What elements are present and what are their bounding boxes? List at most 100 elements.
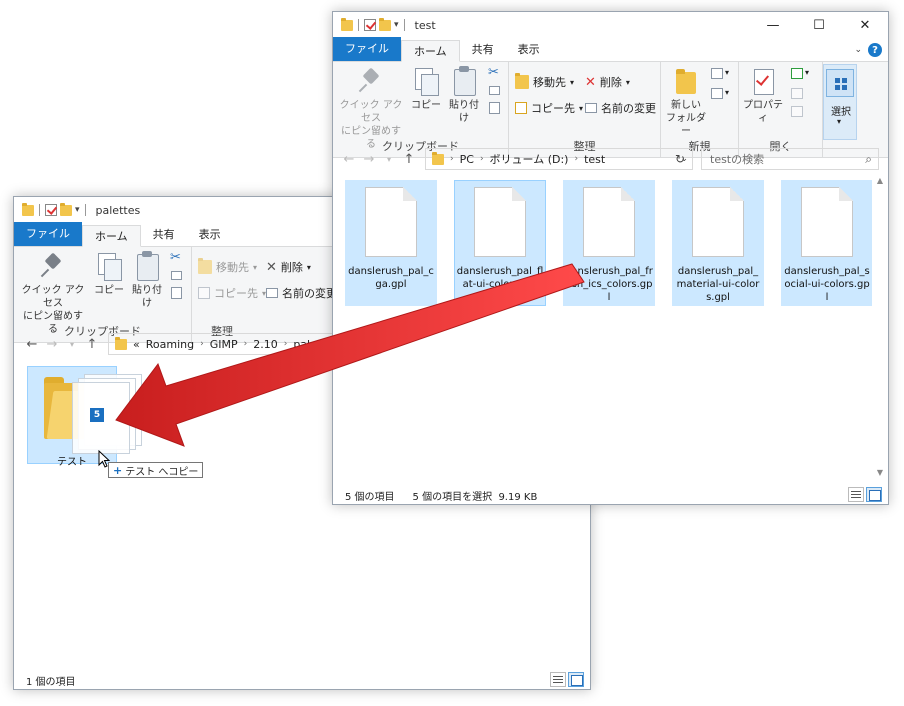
properties-icon[interactable] xyxy=(364,19,376,31)
file-item[interactable]: danslerush_pal_flat-ui-colors.gpl xyxy=(454,180,546,306)
breadcrumb-version[interactable]: 2.10 xyxy=(253,338,278,351)
breadcrumb-roaming[interactable]: Roaming xyxy=(146,338,194,351)
refresh-icon[interactable]: ↻ xyxy=(675,152,685,166)
paste-shortcut-icon[interactable] xyxy=(489,102,500,114)
new-folder-icon[interactable] xyxy=(60,202,72,216)
properties-label: プロパティ xyxy=(743,100,783,124)
paste-button[interactable]: 貼り付け xyxy=(445,66,483,125)
new-item-icon[interactable] xyxy=(711,68,723,79)
file-grid[interactable]: danslerush_pal_cga.gpl danslerush_pal_fl… xyxy=(333,176,888,482)
chevron-down-icon[interactable]: ▾ xyxy=(805,68,809,77)
folder-icon[interactable] xyxy=(341,17,353,31)
tab-share[interactable]: 共有 xyxy=(141,224,187,246)
file-item[interactable]: danslerush_pal_fresh_ics_colors.gpl xyxy=(563,180,655,306)
move-to-button[interactable]: 移動先 ▾ xyxy=(515,73,574,90)
maximize-icon[interactable]: ☐ xyxy=(796,12,842,38)
new-folder-icon[interactable] xyxy=(379,17,391,31)
large-icons-view-icon[interactable] xyxy=(568,672,584,687)
tab-file[interactable]: ファイル xyxy=(333,37,401,61)
file-item[interactable]: danslerush_pal_social-ui-colors.gpl xyxy=(781,180,873,306)
select-button[interactable]: 選択 ▾ xyxy=(823,64,857,140)
breadcrumb-separator-icon[interactable]: › xyxy=(244,339,248,349)
folder-icon[interactable] xyxy=(22,202,34,216)
recent-chevron-icon[interactable]: ▾ xyxy=(379,155,399,164)
minimize-icon[interactable]: — xyxy=(750,12,796,38)
chevron-down-icon[interactable]: ▾ xyxy=(725,88,729,97)
back-arrow-icon[interactable]: ← xyxy=(22,337,42,352)
item-count: 1 個の項目 xyxy=(26,676,76,688)
forward-arrow-icon[interactable]: → xyxy=(359,152,379,167)
item-count: 5 個の項目 xyxy=(345,491,395,503)
copy-button[interactable]: コピー xyxy=(94,251,124,297)
drag-count-badge: 5 xyxy=(90,408,104,422)
back-arrow-icon[interactable]: ← xyxy=(339,152,359,167)
copy-button[interactable]: コピー xyxy=(411,66,441,112)
breadcrumb-separator-icon[interactable]: › xyxy=(480,154,484,164)
search-icon[interactable]: ⌕ xyxy=(865,152,872,167)
properties-icon[interactable] xyxy=(45,204,57,216)
toolbar-divider xyxy=(84,204,86,216)
scroll-down-icon[interactable]: ▼ xyxy=(872,468,888,482)
cut-icon[interactable] xyxy=(488,65,502,82)
move-to-button[interactable]: 移動先 ▾ xyxy=(198,258,257,275)
properties-button[interactable]: プロパティ xyxy=(741,66,785,125)
breadcrumb-pc[interactable]: PC xyxy=(460,153,474,166)
delete-button[interactable]: ✕ 削除 ▾ xyxy=(585,74,630,90)
scroll-up-icon[interactable]: ▲ xyxy=(872,176,888,190)
recent-chevron-icon[interactable]: ▾ xyxy=(62,340,82,349)
details-view-icon[interactable] xyxy=(550,672,566,687)
forward-arrow-icon[interactable]: → xyxy=(42,337,62,352)
tab-share[interactable]: 共有 xyxy=(460,39,506,61)
copy-to-button[interactable]: コピー先 ▾ xyxy=(515,100,583,116)
copy-to-label: コピー先 xyxy=(214,287,258,300)
breadcrumb-volume[interactable]: ボリューム (D:) xyxy=(490,151,569,167)
breadcrumb-gimp[interactable]: GIMP xyxy=(210,338,238,351)
copy-to-button[interactable]: コピー先 ▾ xyxy=(198,285,266,301)
vertical-scrollbar[interactable]: ▲ ▼ xyxy=(872,176,888,482)
breadcrumb-separator-icon[interactable]: › xyxy=(200,339,204,349)
help-icon[interactable]: ? xyxy=(868,43,882,57)
file-item[interactable]: danslerush_pal_material-ui-colors.gpl xyxy=(672,180,764,306)
easy-access-icon[interactable] xyxy=(711,88,723,99)
breadcrumb-separator-icon[interactable]: › xyxy=(574,154,578,164)
paste-button[interactable]: 貼り付け xyxy=(128,251,166,310)
search-input[interactable]: testの検索 ⌕ xyxy=(701,148,879,170)
tab-view[interactable]: 表示 xyxy=(506,39,552,61)
close-icon[interactable]: ✕ xyxy=(842,12,888,38)
file-icon xyxy=(583,187,635,257)
copy-to-icon xyxy=(198,287,210,299)
edit-icon[interactable] xyxy=(791,88,803,99)
history-icon[interactable] xyxy=(791,106,803,117)
copy-label: コピー xyxy=(411,100,441,111)
large-icons-view-icon[interactable] xyxy=(866,487,882,502)
copy-path-icon[interactable] xyxy=(489,86,500,95)
details-view-icon[interactable] xyxy=(848,487,864,502)
delete-button[interactable]: ✕ 削除 ▾ xyxy=(266,259,311,275)
cut-icon[interactable] xyxy=(170,250,184,267)
breadcrumb-separator-icon[interactable]: › xyxy=(450,154,454,164)
open-icon[interactable] xyxy=(791,68,803,79)
tab-home[interactable]: ホーム xyxy=(401,40,460,62)
rename-button[interactable]: 名前の変更 xyxy=(266,285,337,301)
breadcrumb-separator-icon[interactable]: › xyxy=(284,339,288,349)
chevron-down-icon[interactable]: ▾ xyxy=(394,20,399,30)
tab-home[interactable]: ホーム xyxy=(82,225,141,247)
file-icon xyxy=(801,187,853,257)
breadcrumb-overflow[interactable]: « xyxy=(133,338,140,351)
copy-path-icon[interactable] xyxy=(171,271,182,280)
chevron-down-icon[interactable]: ▾ xyxy=(75,205,80,215)
file-item[interactable]: danslerush_pal_cga.gpl xyxy=(345,180,437,306)
drag-ghost xyxy=(70,374,146,456)
collapse-ribbon-icon[interactable]: ⌄ xyxy=(854,45,862,55)
tab-file[interactable]: ファイル xyxy=(14,222,82,246)
up-arrow-icon[interactable]: ↑ xyxy=(82,337,102,352)
new-folder-button[interactable]: 新しい フォルダー xyxy=(665,66,707,138)
address-bar[interactable]: « Roaming › GIMP › 2.10 › palettes xyxy=(108,333,348,355)
rename-button[interactable]: 名前の変更 xyxy=(585,100,656,116)
tab-view[interactable]: 表示 xyxy=(187,224,233,246)
address-bar[interactable]: › PC › ボリューム (D:) › test ⌄ xyxy=(425,148,693,170)
up-arrow-icon[interactable]: ↑ xyxy=(399,152,419,167)
chevron-down-icon[interactable]: ▾ xyxy=(725,68,729,77)
paste-shortcut-icon[interactable] xyxy=(171,287,182,299)
breadcrumb-test[interactable]: test xyxy=(584,153,605,166)
